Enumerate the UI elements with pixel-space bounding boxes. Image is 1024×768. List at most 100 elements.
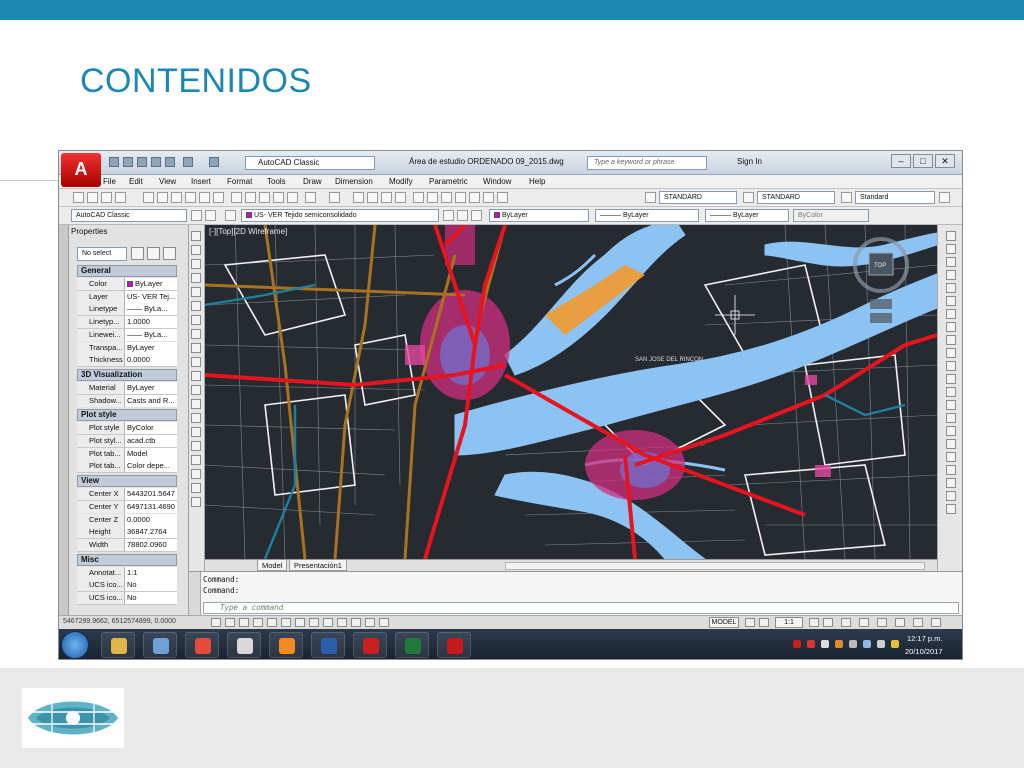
hatch-icon[interactable] — [191, 427, 201, 437]
extend-icon[interactable] — [946, 361, 956, 371]
command-line-grip[interactable] — [189, 572, 201, 616]
open-icon[interactable] — [123, 157, 133, 167]
workspace-combo-2[interactable]: AutoCAD Classic — [71, 209, 187, 222]
taskbar-explorer-button[interactable] — [101, 632, 135, 658]
quick-view-layouts-icon[interactable] — [745, 618, 755, 627]
make-block-icon[interactable] — [191, 399, 201, 409]
select-objects-icon[interactable] — [147, 247, 160, 260]
array-icon[interactable] — [946, 283, 956, 293]
section-plot-style[interactable]: Plot style — [77, 409, 177, 422]
send-back-icon[interactable] — [946, 478, 956, 488]
table-style-combo[interactable]: Standard — [855, 191, 935, 204]
workspace-combo[interactable]: AutoCAD Classic — [245, 156, 375, 170]
property-value[interactable]: No — [125, 579, 177, 592]
find-icon[interactable] — [115, 192, 126, 203]
update-tray-icon[interactable] — [835, 640, 843, 648]
viewcube-label[interactable]: TOP — [874, 263, 886, 269]
layer-properties-icon[interactable] — [225, 210, 236, 221]
layer-states-icon[interactable] — [471, 210, 482, 221]
property-row[interactable]: Width 78802.0960 — [77, 538, 177, 552]
taskbar-autocad-button[interactable] — [437, 632, 471, 658]
plotstyle-combo[interactable]: ByColor — [793, 209, 869, 222]
redo-icon[interactable] — [209, 157, 219, 167]
command-input[interactable]: Type a command — [203, 602, 959, 614]
pan-icon[interactable] — [353, 192, 364, 203]
zoom-realtime-icon[interactable] — [367, 192, 378, 203]
line-icon[interactable] — [191, 231, 201, 241]
property-value[interactable]: 5443201.5647 — [125, 488, 177, 501]
point-icon[interactable] — [191, 413, 201, 423]
grid-icon[interactable] — [239, 618, 249, 627]
tab-model[interactable]: Model — [257, 560, 288, 571]
transparency-icon[interactable] — [351, 618, 361, 627]
print-icon[interactable] — [185, 192, 196, 203]
send-under-icon[interactable] — [946, 504, 956, 514]
bring-front-icon[interactable] — [946, 465, 956, 475]
add-selected-icon[interactable] — [191, 497, 201, 507]
drawing-area[interactable]: [-][Top][2D Wireframe] SAN JOSE DEL RINC… — [205, 225, 937, 559]
property-value[interactable]: 6497131.4690 — [125, 500, 177, 513]
property-value[interactable]: Color depe... — [125, 460, 177, 473]
property-row[interactable]: UCS ico... No — [77, 579, 177, 592]
copy-icon[interactable] — [245, 192, 256, 203]
paste-icon[interactable] — [259, 192, 270, 203]
property-row[interactable]: Color ByLayer — [77, 278, 177, 291]
property-row[interactable]: Plot tab... Model — [77, 447, 177, 461]
flag-tray-icon[interactable] — [849, 640, 857, 648]
layer-combo[interactable]: US- VER Tejido semiconsolidado — [241, 209, 439, 222]
chamfer-icon[interactable] — [946, 413, 956, 423]
hardware-acceleration-icon[interactable] — [877, 618, 887, 627]
start-button[interactable] — [61, 631, 89, 659]
taskbar-notepad-button[interactable] — [143, 632, 177, 658]
menu-insert[interactable]: Insert — [191, 177, 211, 186]
property-value[interactable]: —— ByLa... — [125, 328, 177, 341]
search-input[interactable]: Type a keyword or phrase — [587, 156, 707, 170]
property-value[interactable]: 78802.0960 — [125, 538, 177, 551]
ortho-icon[interactable] — [253, 618, 263, 627]
lock-icon[interactable] — [859, 618, 869, 627]
copy-icon[interactable] — [946, 244, 956, 254]
text-icon[interactable] — [73, 192, 84, 203]
ellipse-arc-icon[interactable] — [191, 371, 201, 381]
osnap-icon[interactable] — [281, 618, 291, 627]
clock-date[interactable]: 20/10/2017 — [905, 647, 943, 656]
section-view[interactable]: View — [77, 475, 177, 488]
zoom-window-icon[interactable] — [381, 192, 392, 203]
make-current-icon[interactable] — [443, 210, 454, 221]
property-value[interactable]: ByLayer — [125, 341, 177, 354]
customize-icon[interactable] — [205, 210, 216, 221]
workspace-settings-icon[interactable] — [191, 210, 202, 221]
ducs-icon[interactable] — [309, 618, 319, 627]
property-row[interactable]: Linetype —— ByLa... — [77, 303, 177, 317]
gradient-icon[interactable] — [191, 441, 201, 451]
publish-icon[interactable] — [213, 192, 224, 203]
offset-icon[interactable] — [946, 270, 956, 280]
lineweight-combo[interactable]: ——— ByLayer — [705, 209, 789, 222]
save-as-icon[interactable] — [151, 157, 161, 167]
block-editor-icon[interactable] — [287, 192, 298, 203]
menu-window[interactable]: Window — [483, 177, 511, 186]
property-value[interactable]: 36847.2764 — [125, 526, 177, 539]
break-icon[interactable] — [946, 387, 956, 397]
property-row[interactable]: Annotat... 1:1 — [77, 566, 177, 580]
property-value[interactable]: —— ByLa... — [125, 303, 177, 316]
property-row[interactable]: Thickness 0.0000 — [77, 354, 177, 367]
application-menu-button[interactable]: A — [61, 153, 101, 187]
revision-cloud-icon[interactable] — [191, 329, 201, 339]
clean-screen-icon[interactable] — [931, 618, 941, 627]
sign-in-button[interactable]: Sign In — [737, 157, 762, 166]
rotate-icon[interactable] — [946, 309, 956, 319]
snap-icon[interactable] — [225, 618, 235, 627]
section-general[interactable]: General — [77, 265, 177, 277]
fillet-icon[interactable] — [946, 426, 956, 436]
taskbar-word-button[interactable] — [311, 632, 345, 658]
match-properties-icon[interactable] — [273, 192, 284, 203]
property-row[interactable]: Plot styl... acad.ctb — [77, 435, 177, 448]
palette-title-strip[interactable] — [59, 225, 69, 625]
horizontal-scrollbar[interactable] — [505, 562, 925, 570]
bulb-tray-icon[interactable] — [891, 640, 899, 648]
property-row[interactable]: Plot style ByColor — [77, 422, 177, 435]
property-row[interactable]: Transpa... ByLayer — [77, 341, 177, 355]
menu-dimension[interactable]: Dimension — [335, 177, 373, 186]
quick-view-drawings-icon[interactable] — [759, 618, 769, 627]
